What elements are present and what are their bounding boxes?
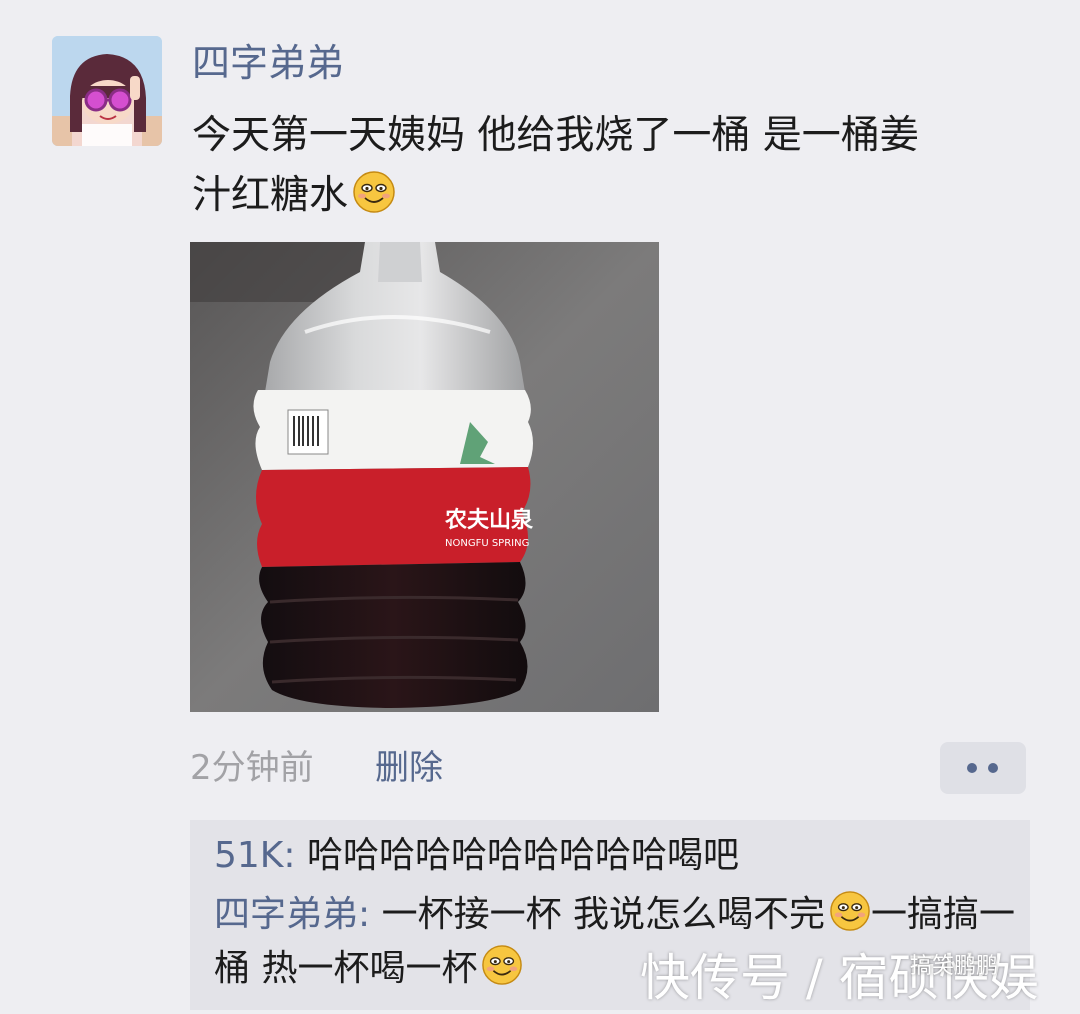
comment-author[interactable]: 四字弟弟: [214, 894, 370, 935]
delete-button[interactable]: 删除 [375, 740, 443, 796]
smile-emoji-icon [352, 170, 396, 214]
post-text: 今天第一天姨妈 他给我烧了一桶 是一桶姜 汁红糖水 [192, 106, 1042, 226]
bottle-brand-text: 农夫山泉 [444, 507, 534, 533]
smile-emoji-icon [829, 890, 871, 932]
post-photo[interactable]: 农夫山泉 NONGFU SPRING [190, 242, 659, 712]
cartoon-girl-avatar-icon [52, 36, 162, 146]
watermark-channel: 搞笑鹏鹏 [910, 954, 999, 979]
post-text-line1: 今天第一天姨妈 他给我烧了一桶 是一桶姜 [192, 113, 919, 158]
more-dots-icon [967, 763, 977, 773]
comment-text: 哈哈哈哈哈哈哈哈哈哈喝吧 [295, 835, 739, 876]
more-options-button[interactable] [940, 742, 1026, 794]
post-timestamp: 2分钟前 [190, 740, 314, 796]
comment-author[interactable]: 51K: [214, 835, 296, 876]
post-text-line2: 汁红糖水 [192, 173, 349, 218]
bottle-photo: 农夫山泉 NONGFU SPRING [190, 242, 659, 712]
timestamp-text: 2分钟前 [190, 748, 314, 788]
post-username[interactable]: 四字弟弟 [192, 38, 344, 88]
comment-item[interactable]: 51K: 哈哈哈哈哈哈哈哈哈哈喝吧 [214, 830, 1014, 882]
more-dots-icon [988, 763, 998, 773]
smile-emoji-icon [481, 944, 523, 986]
comment-text-part1: 一杯接一杯 我说怎么喝不完 [370, 894, 826, 935]
bottle-brand-latin: NONGFU SPRING [445, 538, 529, 549]
avatar[interactable] [52, 36, 162, 146]
